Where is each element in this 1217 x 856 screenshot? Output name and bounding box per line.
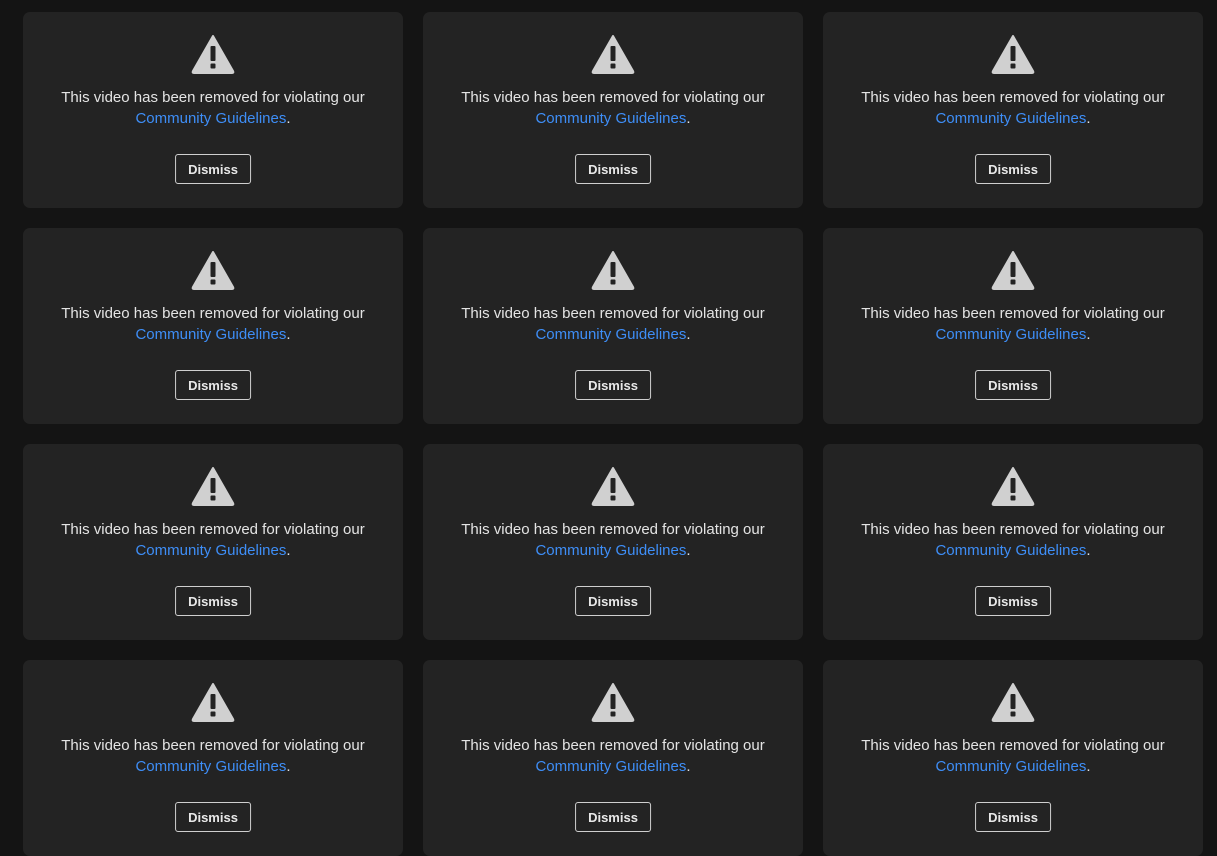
message-period: . [286, 542, 291, 559]
warning-triangle-icon [591, 250, 635, 290]
community-guidelines-link[interactable]: Community Guidelines [935, 542, 1086, 559]
removed-video-card: This video has been removed for violatin… [423, 660, 803, 856]
dismiss-button[interactable]: Dismiss [175, 586, 251, 616]
warning-triangle-icon [591, 682, 635, 722]
removed-video-card: This video has been removed for violatin… [23, 228, 403, 424]
removed-video-card: This video has been removed for violatin… [823, 444, 1203, 640]
warning-triangle-icon [191, 682, 235, 722]
message-period: . [1086, 758, 1091, 775]
removal-message: This video has been removed for violatin… [423, 303, 803, 345]
removal-message: This video has been removed for violatin… [823, 519, 1203, 561]
removed-video-card: This video has been removed for violatin… [423, 444, 803, 640]
removal-message: This video has been removed for violatin… [823, 303, 1203, 345]
dismiss-button[interactable]: Dismiss [975, 154, 1051, 184]
message-period: . [1086, 542, 1091, 559]
warning-triangle-icon [591, 34, 635, 74]
removal-message: This video has been removed for violatin… [23, 303, 403, 345]
removed-video-card: This video has been removed for violatin… [423, 12, 803, 208]
dismiss-button[interactable]: Dismiss [175, 802, 251, 832]
community-guidelines-link[interactable]: Community Guidelines [135, 110, 286, 127]
warning-triangle-icon [191, 466, 235, 506]
removed-video-card: This video has been removed for violatin… [23, 444, 403, 640]
dismiss-button[interactable]: Dismiss [575, 586, 651, 616]
removal-message-text: This video has been removed for violatin… [861, 737, 1165, 754]
community-guidelines-link[interactable]: Community Guidelines [535, 758, 686, 775]
community-guidelines-link[interactable]: Community Guidelines [535, 110, 686, 127]
warning-triangle-icon [191, 34, 235, 74]
removal-message: This video has been removed for violatin… [423, 87, 803, 129]
removal-message-text: This video has been removed for violatin… [461, 305, 765, 322]
removal-message: This video has been removed for violatin… [423, 735, 803, 777]
message-period: . [286, 110, 291, 127]
removed-video-card: This video has been removed for violatin… [23, 660, 403, 856]
community-guidelines-link[interactable]: Community Guidelines [135, 758, 286, 775]
message-period: . [286, 758, 291, 775]
removal-message: This video has been removed for violatin… [823, 735, 1203, 777]
warning-triangle-icon [991, 34, 1035, 74]
message-period: . [286, 326, 291, 343]
dismiss-button[interactable]: Dismiss [975, 586, 1051, 616]
removed-video-card: This video has been removed for violatin… [823, 660, 1203, 856]
warning-triangle-icon [991, 250, 1035, 290]
removal-message: This video has been removed for violatin… [23, 519, 403, 561]
community-guidelines-link[interactable]: Community Guidelines [135, 542, 286, 559]
message-period: . [686, 758, 691, 775]
removed-video-card: This video has been removed for violatin… [823, 228, 1203, 424]
message-period: . [686, 110, 691, 127]
removal-message-text: This video has been removed for violatin… [861, 521, 1165, 538]
removed-video-grid: This video has been removed for violatin… [23, 12, 1203, 856]
message-period: . [1086, 110, 1091, 127]
removal-message-text: This video has been removed for violatin… [461, 521, 765, 538]
removal-message: This video has been removed for violatin… [23, 735, 403, 777]
removal-message-text: This video has been removed for violatin… [61, 521, 365, 538]
message-period: . [1086, 326, 1091, 343]
removal-message-text: This video has been removed for violatin… [61, 737, 365, 754]
removed-video-card: This video has been removed for violatin… [23, 12, 403, 208]
dismiss-button[interactable]: Dismiss [175, 370, 251, 400]
dismiss-button[interactable]: Dismiss [575, 154, 651, 184]
community-guidelines-link[interactable]: Community Guidelines [135, 326, 286, 343]
dismiss-button[interactable]: Dismiss [975, 802, 1051, 832]
warning-triangle-icon [591, 466, 635, 506]
message-period: . [686, 542, 691, 559]
community-guidelines-link[interactable]: Community Guidelines [535, 326, 686, 343]
removal-message-text: This video has been removed for violatin… [861, 305, 1165, 322]
dismiss-button[interactable]: Dismiss [575, 802, 651, 832]
community-guidelines-link[interactable]: Community Guidelines [935, 758, 1086, 775]
warning-triangle-icon [191, 250, 235, 290]
removal-message-text: This video has been removed for violatin… [461, 89, 765, 106]
message-period: . [686, 326, 691, 343]
removal-message-text: This video has been removed for violatin… [461, 737, 765, 754]
removal-message: This video has been removed for violatin… [23, 87, 403, 129]
dismiss-button[interactable]: Dismiss [575, 370, 651, 400]
community-guidelines-link[interactable]: Community Guidelines [535, 542, 686, 559]
removal-message-text: This video has been removed for violatin… [61, 89, 365, 106]
warning-triangle-icon [991, 466, 1035, 506]
dismiss-button[interactable]: Dismiss [975, 370, 1051, 400]
dismiss-button[interactable]: Dismiss [175, 154, 251, 184]
community-guidelines-link[interactable]: Community Guidelines [935, 110, 1086, 127]
removed-video-card: This video has been removed for violatin… [423, 228, 803, 424]
warning-triangle-icon [991, 682, 1035, 722]
removal-message: This video has been removed for violatin… [823, 87, 1203, 129]
community-guidelines-link[interactable]: Community Guidelines [935, 326, 1086, 343]
removal-message: This video has been removed for violatin… [423, 519, 803, 561]
removed-video-card: This video has been removed for violatin… [823, 12, 1203, 208]
removal-message-text: This video has been removed for violatin… [861, 89, 1165, 106]
removal-message-text: This video has been removed for violatin… [61, 305, 365, 322]
